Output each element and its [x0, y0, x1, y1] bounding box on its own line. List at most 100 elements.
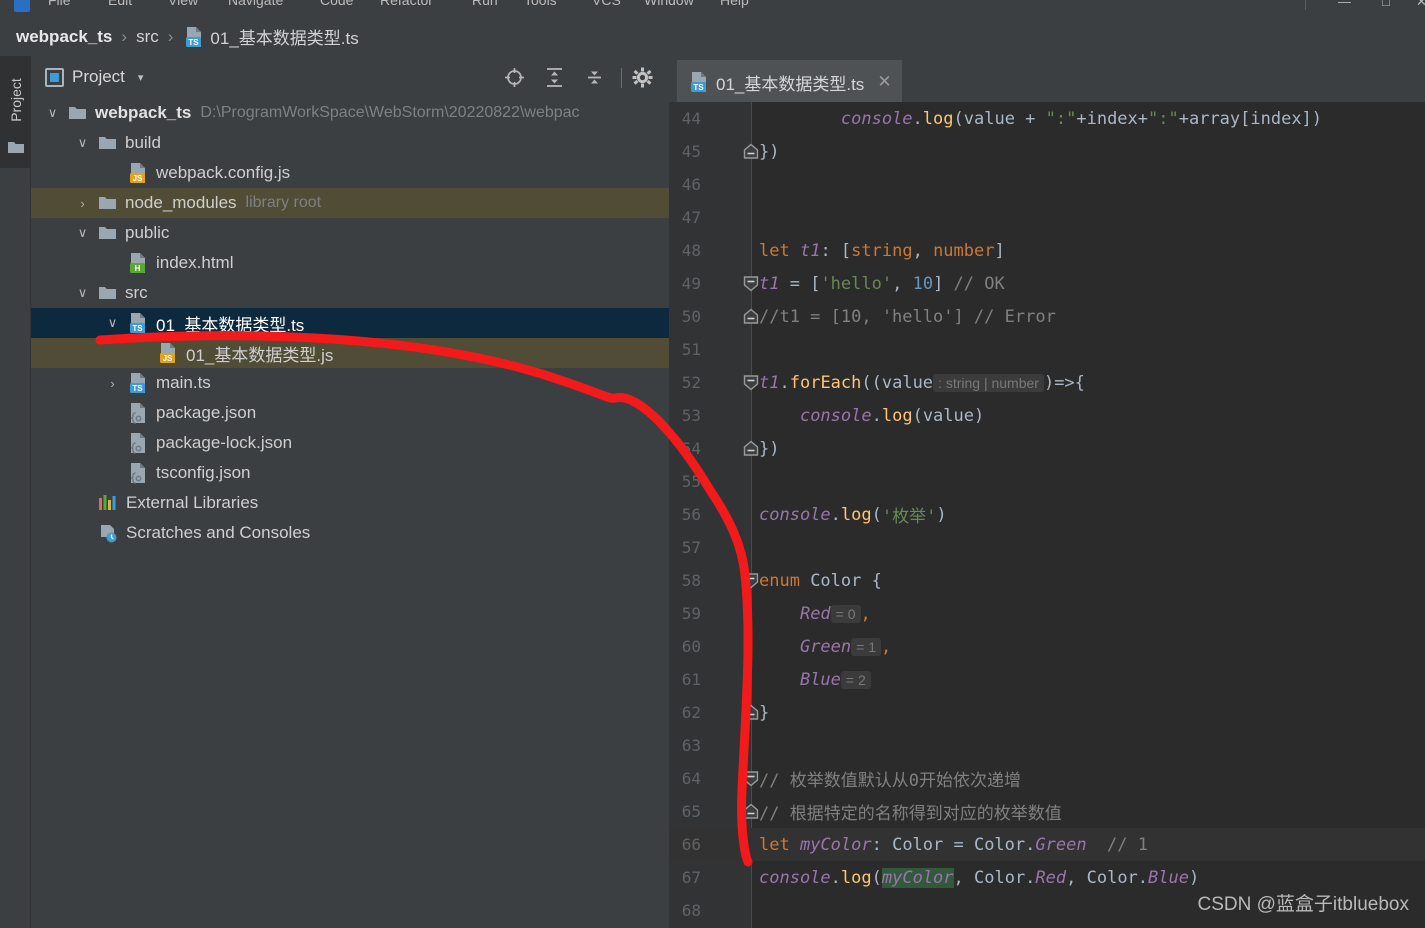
chevron-down-icon[interactable]: ∨ — [105, 315, 120, 331]
line-number[interactable]: 53 — [669, 399, 713, 432]
fold-start-icon[interactable] — [741, 366, 761, 399]
fold-end-icon[interactable] — [741, 300, 761, 333]
line-number[interactable]: 66 — [669, 828, 713, 861]
tree-item-package.json[interactable]: package.json — [31, 398, 669, 428]
line-number[interactable]: 48 — [669, 234, 713, 267]
line-number[interactable]: 47 — [669, 201, 713, 234]
code-line[interactable]: 58 enum Color { — [669, 564, 1425, 597]
tree-item-01_.js[interactable]: JS 01_基本数据类型.js — [31, 338, 669, 368]
menu-item-refactor[interactable]: Refactor — [380, 0, 433, 8]
menu-item-edit[interactable]: Edit — [108, 0, 132, 8]
line-number[interactable]: 46 — [669, 168, 713, 201]
breadcrumb-item-file[interactable]: 01_基本数据类型.ts — [210, 24, 358, 49]
code-line[interactable]: 54}) — [669, 432, 1425, 465]
chevron-down-icon[interactable]: ▾ — [138, 71, 144, 84]
project-tree[interactable]: ∨ webpack_ts D:\ProgramWorkSpace\WebStorm\… — [31, 98, 669, 928]
menu-item-tools[interactable]: Tools — [524, 0, 557, 8]
code-line[interactable]: 61 Blue = 2 — [669, 663, 1425, 696]
line-number[interactable]: 49 — [669, 267, 713, 300]
close-icon[interactable]: ✕ — [877, 72, 891, 92]
line-number[interactable]: 50 — [669, 300, 713, 333]
code-line[interactable]: 56 console. log('枚举') — [669, 498, 1425, 531]
chevron-down-icon[interactable]: ∨ — [75, 285, 90, 301]
line-number[interactable]: 67 — [669, 861, 713, 894]
line-number[interactable]: 59 — [669, 597, 713, 630]
line-number[interactable]: 60 — [669, 630, 713, 663]
menu-item-file[interactable]: File — [48, 0, 71, 8]
menu-item-navigate[interactable]: Navigate — [228, 0, 283, 8]
chevron-down-icon[interactable]: ∨ — [75, 225, 90, 241]
tree-item-public[interactable]: ∨ public — [31, 218, 669, 248]
tree-item-build[interactable]: ∨ build — [31, 128, 669, 158]
menu-item-view[interactable]: View — [168, 0, 198, 8]
code-line[interactable]: 45}) — [669, 135, 1425, 168]
menu-item-code[interactable]: Code — [320, 0, 353, 8]
menu-item-run[interactable]: Run — [472, 0, 498, 8]
code-line[interactable]: 49 t1 = ['hello', 10] // OK — [669, 267, 1425, 300]
menu-item-window[interactable]: Window — [644, 0, 694, 8]
fold-start-icon[interactable] — [741, 564, 761, 597]
minimize-button[interactable]: — — [1338, 0, 1351, 9]
tree-item-main.ts[interactable]: › TS main.ts — [31, 368, 669, 398]
code-line[interactable]: 65 // 根据特定的名称得到对应的枚举数值 — [669, 795, 1425, 828]
tree-item-src[interactable]: ∨ src — [31, 278, 669, 308]
tree-item-scratchesandconsoles[interactable]: Scratches and Consoles — [31, 518, 669, 548]
code-line[interactable]: 60 Green = 1, — [669, 630, 1425, 663]
tree-item-node_modules[interactable]: › node_modules library root — [31, 188, 669, 218]
code-line[interactable]: 59 Red = 0, — [669, 597, 1425, 630]
breadcrumb-item-project[interactable]: webpack_ts — [16, 27, 112, 47]
code-line[interactable]: 62} — [669, 696, 1425, 729]
menu-item-help[interactable]: Help — [720, 0, 749, 8]
code-line[interactable]: 50 //t1 = [10, 'hello'] // Error — [669, 300, 1425, 333]
code-line[interactable]: 48 let t1: [string, number] — [669, 234, 1425, 267]
line-number[interactable]: 61 — [669, 663, 713, 696]
fold-start-icon[interactable] — [741, 762, 761, 795]
chevron-right-icon[interactable]: › — [105, 376, 120, 391]
line-number[interactable]: 44 — [669, 102, 713, 135]
menu-item-vcs[interactable]: VCS — [592, 0, 621, 8]
settings-gear-icon[interactable] — [632, 67, 653, 93]
fold-end-icon[interactable] — [741, 432, 761, 465]
code-line[interactable]: 46 — [669, 168, 1425, 201]
line-number[interactable]: 55 — [669, 465, 713, 498]
code-line[interactable]: 51 — [669, 333, 1425, 366]
code-line[interactable]: 52 t1. forEach ((value: string | number)=>{ — [669, 366, 1425, 399]
breadcrumb-item-folder[interactable]: src — [136, 27, 159, 47]
fold-start-icon[interactable] — [741, 267, 761, 300]
tree-item-01_.ts[interactable]: ∨ TS 01_基本数据类型.ts — [31, 308, 669, 338]
line-number[interactable]: 52 — [669, 366, 713, 399]
line-number[interactable]: 56 — [669, 498, 713, 531]
code-line[interactable]: 53 console. log (value) — [669, 399, 1425, 432]
maximize-button[interactable]: □ — [1382, 0, 1390, 9]
code-line[interactable]: 63 — [669, 729, 1425, 762]
code-line[interactable]: 55 — [669, 465, 1425, 498]
line-number[interactable]: 54 — [669, 432, 713, 465]
editor-tab[interactable]: TS 01_基本数据类型.ts ✕ — [677, 60, 902, 102]
line-number[interactable]: 45 — [669, 135, 713, 168]
locate-icon[interactable] — [504, 67, 525, 93]
line-number[interactable]: 68 — [669, 894, 713, 927]
chevron-right-icon[interactable]: › — [75, 196, 90, 211]
fold-end-icon[interactable] — [741, 696, 761, 729]
line-number[interactable]: 62 — [669, 696, 713, 729]
fold-end-icon[interactable] — [741, 795, 761, 828]
line-number[interactable]: 58 — [669, 564, 713, 597]
expand-all-icon[interactable] — [544, 67, 565, 93]
line-number[interactable]: 65 — [669, 795, 713, 828]
tree-item-package-lock.json[interactable]: package-lock.json — [31, 428, 669, 458]
fold-end-icon[interactable] — [741, 135, 761, 168]
code-content[interactable]: 44 console. log (value + ":" +index+ ":" +arr… — [669, 102, 1425, 928]
tree-item-externallibraries[interactable]: External Libraries — [31, 488, 669, 518]
code-line[interactable]: 47 — [669, 201, 1425, 234]
close-button[interactable]: ✕ — [1416, 0, 1425, 10]
code-line[interactable]: 57 — [669, 531, 1425, 564]
chevron-down-icon[interactable]: ∨ — [75, 135, 90, 151]
line-number[interactable]: 64 — [669, 762, 713, 795]
tree-item-index.html[interactable]: Hindex.html — [31, 248, 669, 278]
code-line[interactable]: 66 let myColor: Color = Color. Green // 1 — [669, 828, 1425, 861]
collapse-all-icon[interactable] — [584, 67, 605, 93]
line-number[interactable]: 57 — [669, 531, 713, 564]
tree-item-webpack.config.js[interactable]: JS webpack.config.js — [31, 158, 669, 188]
code-line[interactable]: 64 // 枚举数值默认从0开始依次递增 — [669, 762, 1425, 795]
chevron-down-icon[interactable]: ∨ — [45, 105, 60, 121]
